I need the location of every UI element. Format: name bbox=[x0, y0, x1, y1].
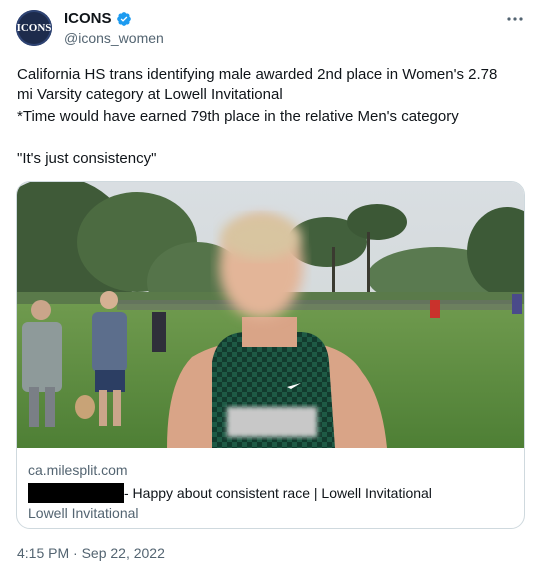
more-options-button[interactable] bbox=[504, 8, 526, 30]
avatar-text: ICONS bbox=[16, 22, 52, 34]
more-options-icon bbox=[507, 17, 523, 21]
tweet-text-line: mi Varsity category at Lowell Invitation… bbox=[17, 86, 283, 103]
author-name-row[interactable]: ICONS bbox=[64, 10, 132, 27]
card-image[interactable] bbox=[17, 182, 524, 448]
author-handle[interactable]: @icons_women bbox=[64, 30, 164, 46]
tweet-text-line: "It's just consistency" bbox=[17, 150, 157, 167]
card-domain[interactable]: ca.milesplit.com bbox=[28, 461, 514, 479]
redaction-box bbox=[28, 483, 124, 503]
card-meta: ca.milesplit.com - Happy about consisten… bbox=[28, 461, 514, 522]
tweet-timestamp[interactable]: 4:15 PM · Sep 22, 2022 bbox=[17, 545, 165, 561]
link-card[interactable]: ca.milesplit.com - Happy about consisten… bbox=[16, 181, 525, 529]
card-title[interactable]: - Happy about consistent race | Lowell I… bbox=[124, 484, 432, 502]
tweet: ICONS ICONS @icons_women California HS t… bbox=[0, 0, 539, 570]
tweet-text-line: California HS trans identifying male awa… bbox=[17, 66, 498, 83]
display-name[interactable]: ICONS bbox=[64, 10, 112, 27]
card-description: Lowell Invitational bbox=[28, 505, 139, 521]
card-title-row[interactable]: - Happy about consistent race | Lowell I… bbox=[28, 483, 514, 503]
avatar[interactable]: ICONS bbox=[16, 10, 52, 46]
tweet-text-line: *Time would have earned 79th place in th… bbox=[17, 108, 459, 125]
verified-badge-icon bbox=[116, 11, 131, 26]
